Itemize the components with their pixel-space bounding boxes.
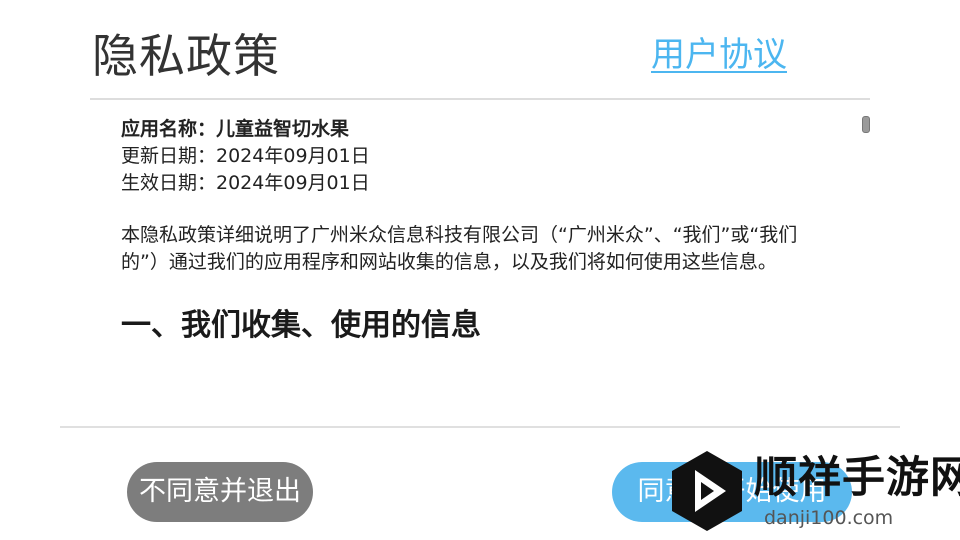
updated-date-line: 更新日期：2024年09月01日 — [121, 145, 370, 167]
scrollbar-thumb[interactable] — [862, 116, 870, 133]
header-divider — [90, 98, 870, 100]
privacy-policy-dialog: 隐私政策 用户协议 应用名称：儿童益智切水果 更新日期：2024年09月01日 … — [0, 0, 960, 540]
page-title: 隐私政策 — [92, 29, 280, 83]
footer-divider — [60, 426, 900, 428]
decline-and-exit-button[interactable]: 不同意并退出 — [127, 462, 313, 522]
accept-and-start-button[interactable]: 同意并开始使用 — [612, 462, 852, 522]
section-heading: 一、我们收集、使用的信息 — [121, 308, 481, 343]
policy-intro-paragraph: 本隐私政策详细说明了广州米众信息科技有限公司（“广州米众”、“我们”或“我们的”… — [121, 224, 798, 273]
user-agreement-link[interactable]: 用户协议 — [651, 32, 787, 78]
effective-date-line: 生效日期：2024年09月01日 — [121, 172, 370, 194]
app-name-line: 应用名称：儿童益智切水果 — [121, 118, 350, 140]
policy-content-scroll[interactable]: 应用名称：儿童益智切水果 更新日期：2024年09月01日 生效日期：2024年… — [121, 116, 841, 416]
